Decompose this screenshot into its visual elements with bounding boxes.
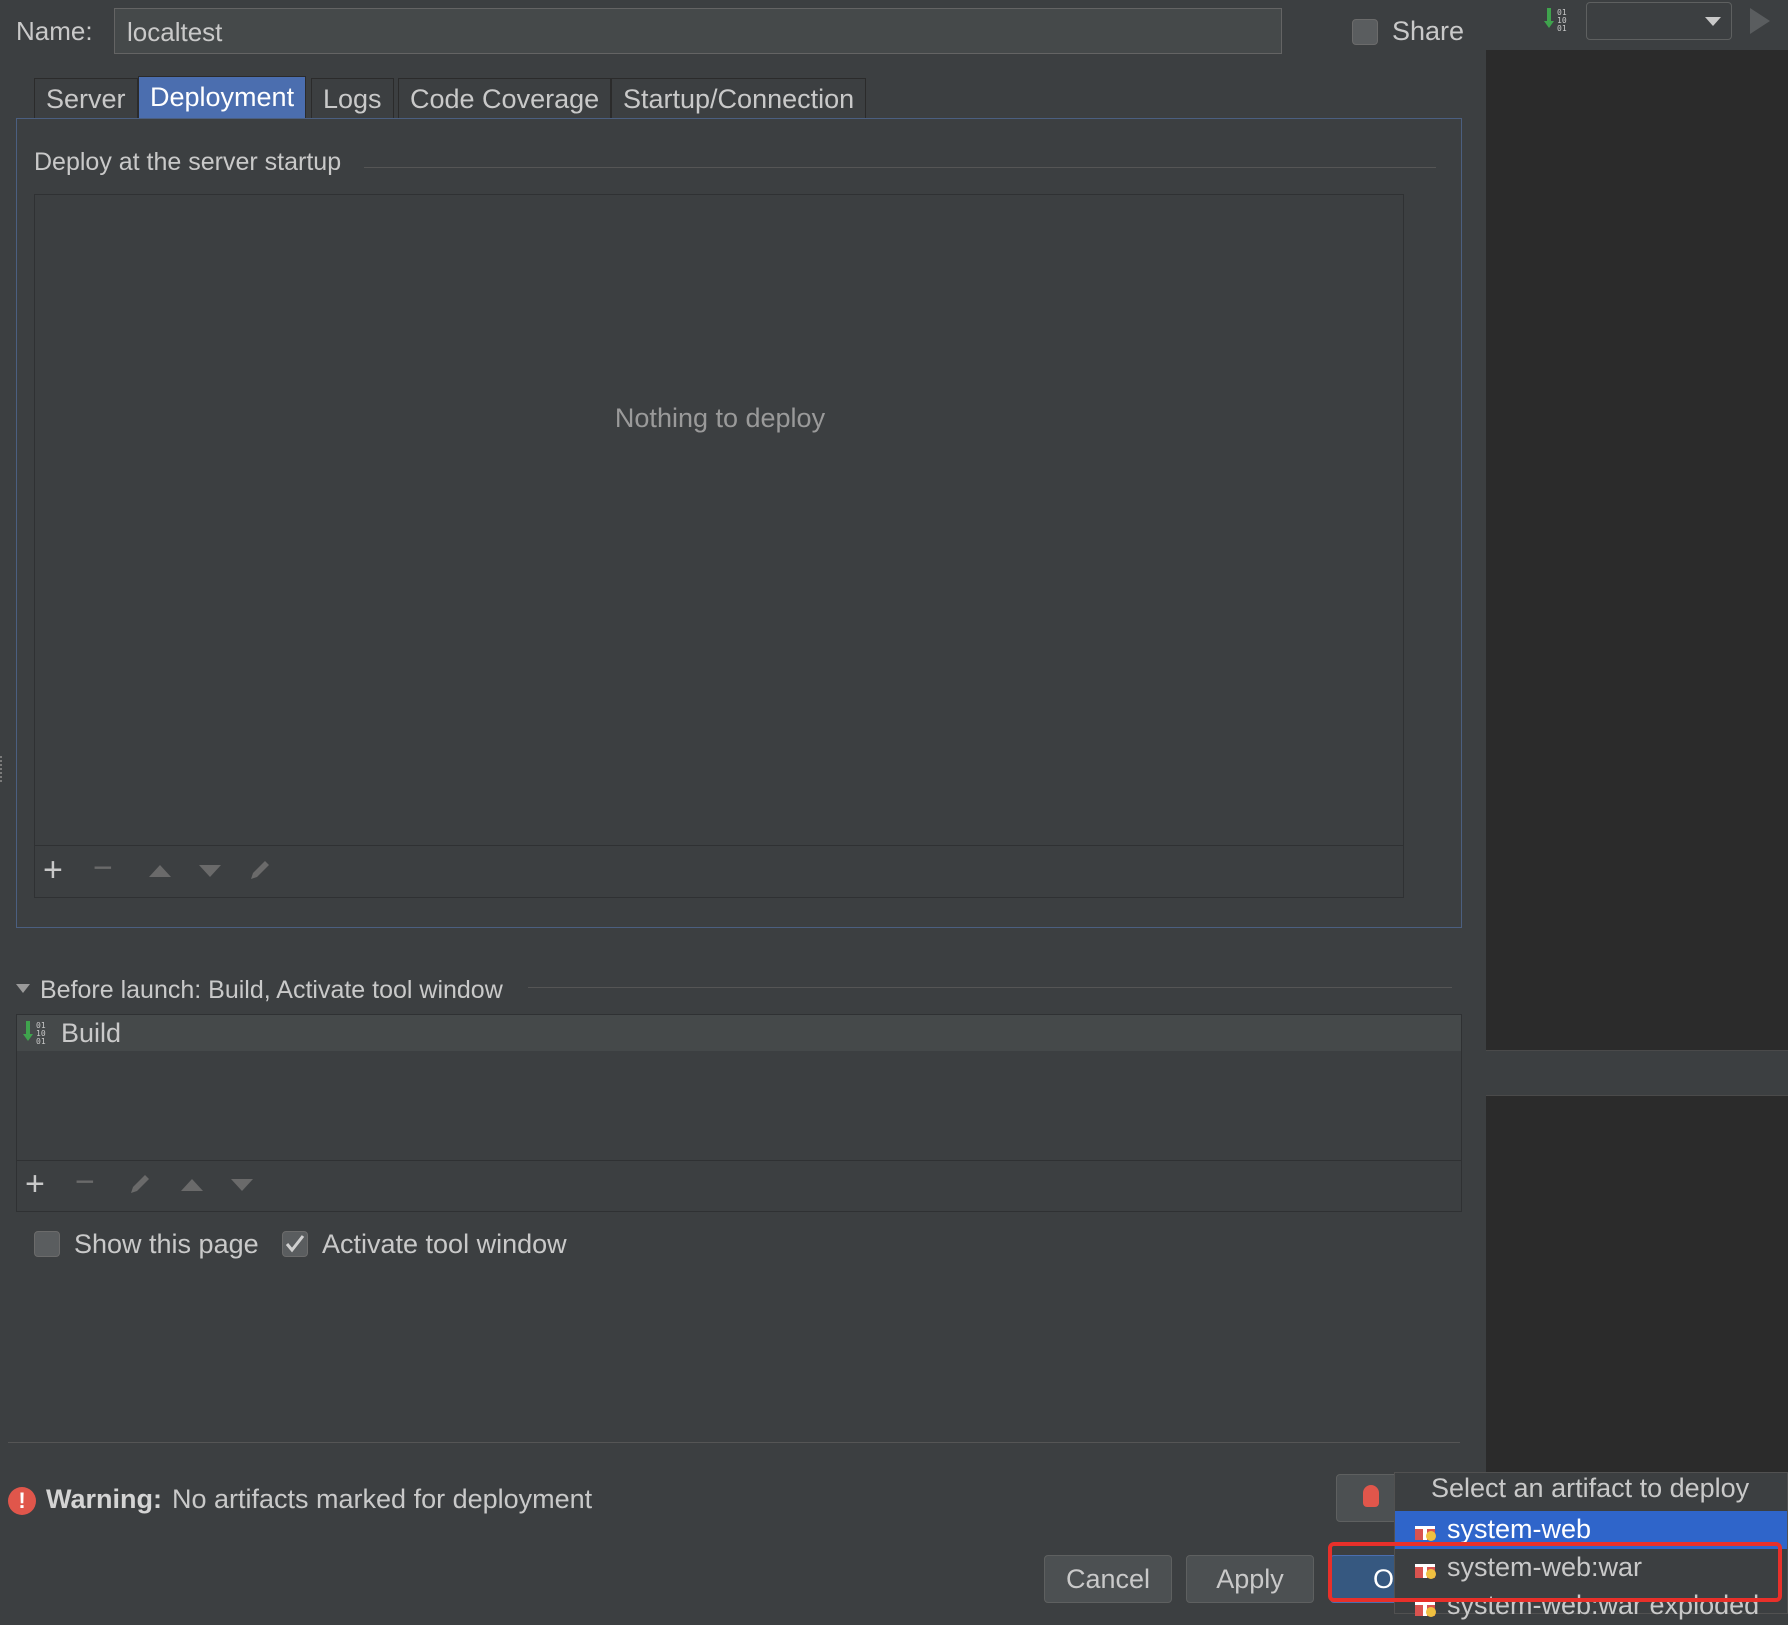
warning-icon: ! [8,1487,36,1515]
tab-deployment[interactable]: Deployment [138,76,307,118]
move-up-icon[interactable] [149,865,171,877]
add-icon[interactable]: + [43,853,63,887]
artifact-label: system-web [1447,1514,1592,1544]
highlight-box [1328,1542,1782,1602]
deploy-section-title: Deploy at the server startup [34,148,342,176]
list-item-label: Build [61,1018,122,1048]
lightbulb-icon [1363,1485,1379,1507]
move-down-icon[interactable] [231,1179,253,1191]
run-config-dropdown[interactable] [1586,2,1732,40]
activate-tool-window-checkbox[interactable] [282,1231,308,1257]
share-checkbox[interactable] [1352,19,1378,45]
section-divider [364,167,1436,168]
chevron-down-icon [1705,17,1721,26]
tab-server[interactable]: Server [34,78,138,118]
resize-handle[interactable] [0,756,5,782]
cancel-button[interactable]: Cancel [1044,1555,1172,1603]
build-icon[interactable]: 01 10 01 [1542,6,1572,36]
list-item[interactable]: 01 10 01 Build [17,1015,1461,1051]
footer-divider [8,1442,1460,1443]
list-toolbar-divider [17,1160,1461,1161]
before-launch-divider [528,987,1452,988]
edit-icon[interactable] [127,1171,153,1202]
move-up-icon[interactable] [181,1179,203,1191]
build-icon: 01 10 01 [21,1019,51,1049]
name-label: Name: [16,16,93,46]
tab-startup-connection[interactable]: Startup/Connection [611,78,867,118]
editor-background [1486,0,1788,1614]
add-icon[interactable]: + [25,1167,45,1201]
artifact-icon [1413,1518,1437,1542]
empty-list-text: Nothing to deploy [614,403,826,433]
tool-window-header [1486,1050,1788,1096]
share-label: Share [1392,16,1465,46]
remove-icon[interactable]: − [93,851,113,885]
warning-bold: Warning: [46,1484,162,1514]
svg-text:01: 01 [36,1037,46,1046]
svg-text:01: 01 [1557,24,1567,33]
popup-title: Select an artifact to deploy [1431,1473,1750,1503]
ide-toolbar: 01 10 01 [1486,0,1788,50]
deploy-list[interactable]: Nothing to deploy + − [34,194,1404,898]
move-down-icon[interactable] [199,865,221,877]
show-page-checkbox[interactable] [34,1231,60,1257]
run-icon[interactable] [1750,8,1770,34]
apply-button[interactable]: Apply [1186,1555,1314,1603]
tab-logs[interactable]: Logs [311,78,394,118]
collapse-arrow-icon[interactable] [16,984,30,993]
tab-code-coverage[interactable]: Code Coverage [398,78,612,118]
list-toolbar-divider [35,845,1403,846]
activate-tool-window-label: Activate tool window [322,1229,567,1259]
before-launch-title[interactable]: Before launch: Build, Activate tool wind… [40,976,503,1005]
remove-icon[interactable]: − [75,1165,95,1199]
edit-icon[interactable] [247,857,273,888]
fix-button[interactable] [1336,1474,1402,1522]
show-page-label: Show this page [74,1229,259,1259]
before-launch-list: 01 10 01 Build + − [16,1014,1462,1212]
name-field[interactable]: localtest [114,8,1282,54]
checkmark-icon [285,1235,305,1253]
warning-text: No artifacts marked for deployment [172,1484,593,1514]
